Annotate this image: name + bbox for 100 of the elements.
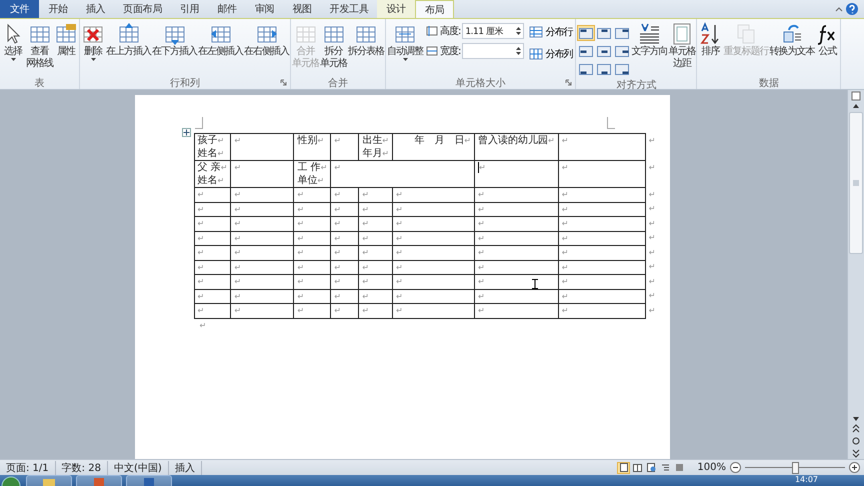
- row-end-mark: ↵: [645, 202, 658, 216]
- dialog-launcher-icon[interactable]: [280, 79, 287, 86]
- ribbon-button[interactable]: 在下方插入: [152, 21, 197, 59]
- ribbon-tab[interactable]: 插入: [76, 0, 114, 18]
- browse-object-icon[interactable]: [851, 435, 861, 447]
- ribbon-button[interactable]: 公式: [815, 21, 840, 59]
- table-cell: ↵: [474, 202, 558, 216]
- ribbon-button[interactable]: 自动调整: [387, 21, 423, 62]
- ribbon-tab[interactable]: 引用: [171, 0, 208, 18]
- table-cell: ↵: [230, 274, 294, 289]
- ribbon-tab[interactable]: 开始: [39, 0, 77, 18]
- alignment-button[interactable]: [613, 25, 632, 41]
- table-cell: ↵: [230, 246, 294, 260]
- ribbon-button[interactable]: 查看 网格线: [26, 21, 53, 71]
- table-cell: ↵: [358, 274, 392, 289]
- alignment-button[interactable]: [577, 25, 596, 41]
- alignment-button[interactable]: [613, 43, 632, 59]
- zoom-level[interactable]: 100%: [687, 462, 730, 473]
- cell-alignment-icon: [579, 64, 594, 74]
- row-end-mark: ↵: [645, 231, 658, 246]
- ribbon-button[interactable]: 拆分表格: [348, 21, 384, 59]
- alignment-button[interactable]: [595, 25, 614, 41]
- table-move-handle-icon[interactable]: [182, 128, 190, 137]
- ribbon-button[interactable]: 分布行: [529, 23, 572, 41]
- scroll-thumb[interactable]: [849, 112, 863, 254]
- alignment-button[interactable]: [595, 61, 614, 77]
- ribbon-button[interactable]: 在右侧插入: [244, 21, 289, 59]
- table-cell: ↵: [230, 134, 294, 160]
- ribbon-tab[interactable]: 视图: [283, 0, 321, 18]
- ruler-toggle-icon[interactable]: [850, 90, 862, 102]
- lines-icon: [675, 463, 684, 472]
- table-cell: ↵: [392, 260, 474, 274]
- ribbon-button[interactable]: 删除: [81, 21, 105, 62]
- taskbar-clock: 14:07: [794, 475, 818, 484]
- spin-field[interactable]: [462, 43, 524, 59]
- start-orb-icon[interactable]: [0, 475, 22, 486]
- ribbon-button[interactable]: 分布列: [529, 45, 572, 63]
- table-cell: ↵: [392, 188, 474, 202]
- dialog-launcher-icon[interactable]: [565, 79, 572, 86]
- zoom-slider-thumb[interactable]: [792, 462, 799, 474]
- table-cell: ↵: [294, 231, 331, 246]
- table-cell: ↵: [330, 304, 359, 318]
- table-cell: ↵: [392, 274, 474, 289]
- table-cell: 工 作↵ 单位↵: [294, 160, 331, 188]
- page-icon: [620, 463, 628, 472]
- table-cell: ↵: [194, 304, 231, 318]
- ribbon-tab[interactable]: 开发工具: [320, 0, 378, 18]
- ribbon-button[interactable]: 拆分 单元格: [320, 21, 347, 71]
- table-cell: 性别↵: [294, 134, 331, 160]
- distribute-columns-icon: [529, 48, 544, 60]
- ribbon-button[interactable]: 属性: [54, 21, 78, 59]
- spin-field[interactable]: 1.11 厘米: [462, 23, 524, 39]
- table-cell: ↵: [358, 216, 392, 231]
- table-cell: ↵: [474, 231, 558, 246]
- spinner-arrows-icon[interactable]: [516, 26, 522, 36]
- row-end-mark: ↵: [645, 304, 658, 318]
- table-cell: ↵: [474, 188, 558, 202]
- ribbon-button[interactable]: 单元格 边距: [668, 21, 696, 71]
- next-page-icon[interactable]: [851, 447, 861, 459]
- cell-alignment-icon: [615, 64, 630, 74]
- ribbon-tab[interactable]: 设计: [377, 0, 415, 18]
- ribbon-tab[interactable]: 布局: [414, 0, 454, 18]
- ribbon-tab[interactable]: 文件: [0, 0, 40, 18]
- alignment-button[interactable]: [577, 61, 596, 77]
- table-cell: ↵: [474, 304, 558, 318]
- ribbon-button[interactable]: 转换为文本: [769, 21, 814, 59]
- scroll-up-icon[interactable]: [851, 102, 861, 110]
- table-cell: ↵: [330, 134, 359, 160]
- table-cell: ↵: [294, 274, 331, 289]
- zoom-out-icon[interactable]: [730, 462, 741, 473]
- alignment-button[interactable]: [595, 43, 614, 59]
- table-cell: ↵: [358, 246, 392, 260]
- table-cell: 父 亲↵ 姓名↵: [194, 160, 231, 188]
- reading-view-button[interactable]: [631, 462, 644, 474]
- web-layout-button[interactable]: [645, 462, 658, 474]
- ribbon-tab[interactable]: 邮件: [208, 0, 246, 18]
- ribbon-tab[interactable]: 审阅: [246, 0, 284, 18]
- taskbar-app-button[interactable]: [126, 475, 172, 486]
- help-icon[interactable]: [844, 0, 860, 18]
- scroll-down-icon[interactable]: [851, 415, 861, 423]
- zoom-in-icon[interactable]: [849, 462, 860, 473]
- spinner-arrows-icon[interactable]: [516, 46, 522, 56]
- ribbon-button[interactable]: 在上方插入: [106, 21, 151, 59]
- ribbon-button[interactable]: 在左侧插入: [198, 21, 243, 59]
- table-cell: ↵: [358, 188, 392, 202]
- table-cell: ↵: [558, 160, 646, 188]
- previous-page-icon[interactable]: [851, 423, 861, 435]
- alignment-button[interactable]: [613, 61, 632, 77]
- ribbon-tab[interactable]: 页面布局: [114, 0, 172, 18]
- ribbon-button[interactable]: 选择: [1, 21, 25, 62]
- ribbon-button[interactable]: 排序: [698, 21, 722, 59]
- distribute-rows-icon: [529, 26, 544, 38]
- row-end-mark: ↵: [645, 134, 658, 160]
- ribbon-button[interactable]: 文字方向: [631, 21, 668, 59]
- vertical-scrollbar[interactable]: [847, 90, 864, 459]
- text-direction-icon: [637, 22, 662, 46]
- print-layout-button[interactable]: [617, 462, 630, 474]
- table-cell: ↵: [194, 188, 231, 202]
- cell-alignment-icon: [579, 46, 594, 56]
- alignment-button[interactable]: [577, 43, 596, 59]
